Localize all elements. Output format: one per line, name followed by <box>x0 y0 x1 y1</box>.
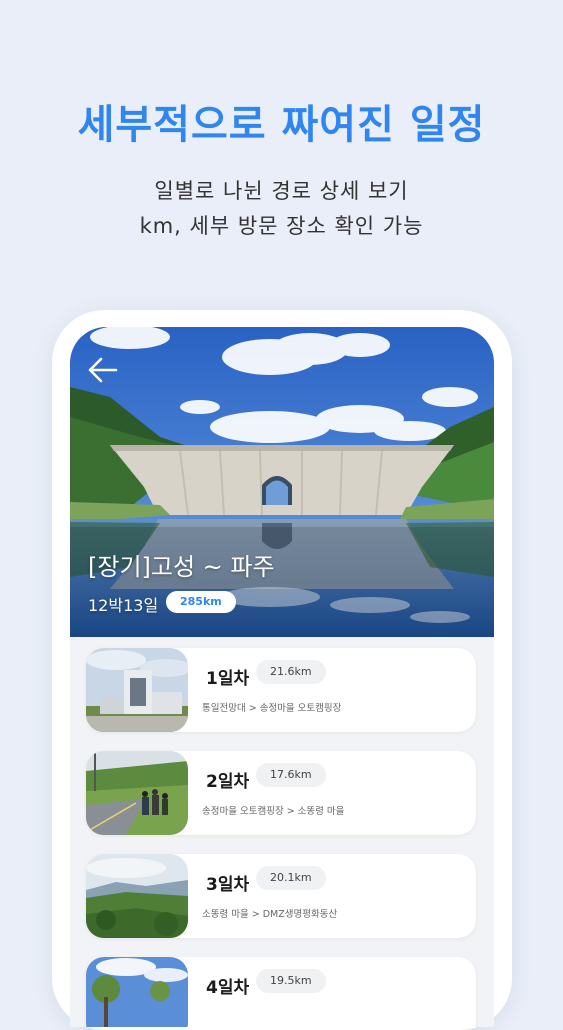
day-label: 1일차 <box>206 669 250 689</box>
day-card-3[interactable]: 3일차 20.1km 소똥령 마을 > DMZ생명평화동산 <box>86 854 476 938</box>
day-route-path: 송정마을 오토캠핑장 > 소똥령 마을 <box>202 806 345 817</box>
observatory-photo <box>86 648 188 732</box>
subline-2: km, 세부 방문 장소 확인 가능 <box>139 214 424 238</box>
day-card-2[interactable]: 2일차 17.6km 송정마을 오토캠핑장 > 소똥령 마을 <box>86 751 476 835</box>
subline-1: 일별로 나뉜 경로 상세 보기 <box>154 179 409 203</box>
route-title: [장기]고성 ~ 파주 <box>88 553 275 581</box>
day-card-1[interactable]: 1일차 21.6km 통일전망대 > 송정마을 오토캠핑장 <box>86 648 476 732</box>
day-card-4[interactable]: 4일차 19.5km <box>86 957 476 1027</box>
day-distance-badge: 21.6km <box>256 660 326 684</box>
headline: 세부적으로 짜여진 일정 <box>77 102 486 148</box>
day-thumbnail <box>86 957 188 1027</box>
day-distance-badge: 17.6km <box>256 763 326 787</box>
hikers-photo <box>86 751 188 835</box>
day-route-path: 통일전망대 > 송정마을 오토캠핑장 <box>202 703 342 714</box>
day-thumbnail <box>86 854 188 938</box>
day-thumbnail <box>86 751 188 835</box>
route-duration: 12박13일 <box>88 596 159 615</box>
day-distance-badge: 20.1km <box>256 866 326 890</box>
day-label: 4일차 <box>206 978 250 998</box>
day-route-path: 소똥령 마을 > DMZ생명평화동산 <box>202 909 338 920</box>
day-thumbnail <box>86 648 188 732</box>
trees-photo <box>86 957 188 1027</box>
back-button[interactable] <box>86 353 120 387</box>
day-label: 3일차 <box>206 875 250 895</box>
back-arrow-icon <box>88 357 118 383</box>
valley-photo <box>86 854 188 938</box>
total-distance-badge: 285km <box>166 591 236 613</box>
app-screen: [장기]고성 ~ 파주 12박13일 285km 1일차 21.6km 통일전망… <box>70 327 494 1027</box>
hero-image: [장기]고성 ~ 파주 12박13일 285km <box>70 327 494 637</box>
dam-lake-photo <box>70 327 494 637</box>
day-distance-badge: 19.5km <box>256 969 326 993</box>
day-label: 2일차 <box>206 772 250 792</box>
